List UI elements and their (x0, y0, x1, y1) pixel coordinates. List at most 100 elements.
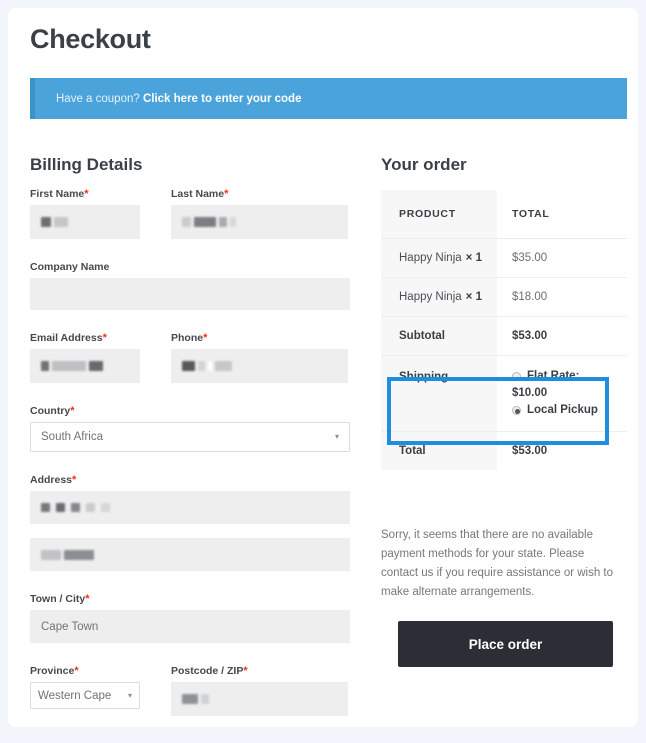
address-label-text: Address (30, 474, 73, 486)
coupon-text: Have a coupon? Click here to enter your … (56, 93, 301, 105)
order-summary-table: PRODUCT TOTAL Happy Ninja × 1 $35.00 Happ… (381, 190, 627, 470)
country-group: Country* South Africa ▾ (30, 405, 350, 452)
your-order-heading: Your order (381, 155, 467, 174)
email-label: Email Address* (30, 332, 140, 344)
address-group: Address* (30, 474, 350, 571)
email-label-text: Email Address (30, 332, 103, 344)
order-item-total: $35.00 (497, 238, 627, 277)
page-title: Checkout (30, 24, 151, 54)
postcode-label: Postcode / ZIP* (171, 665, 348, 677)
phone-input[interactable] (171, 349, 348, 383)
postcode-input[interactable] (171, 682, 348, 716)
product-name: Happy Ninja (399, 252, 462, 264)
coupon-notice[interactable]: Have a coupon? Click here to enter your … (30, 78, 627, 119)
subtotal-value: $53.00 (497, 316, 627, 355)
city-label: Town / City* (30, 593, 350, 605)
last-name-group: Last Name* (171, 188, 348, 239)
total-row: Total $53.00 (381, 431, 627, 470)
company-name-group: Company Name (30, 261, 350, 310)
email-redacted-value (41, 361, 103, 371)
order-item-name: Happy Ninja × 1 (381, 277, 497, 316)
city-value: Cape Town (41, 620, 99, 633)
address-2-redacted-value (41, 549, 94, 560)
required-marker: * (70, 405, 75, 417)
email-input[interactable] (30, 349, 140, 383)
required-marker: * (102, 332, 107, 344)
chevron-down-icon: ▾ (127, 690, 132, 700)
province-selected-value: Western Cape (38, 689, 112, 702)
first-name-group: First Name* (30, 188, 140, 239)
checkout-page: Checkout Have a coupon? Click here to en… (0, 0, 646, 743)
product-quantity: × 1 (465, 252, 482, 264)
radio-selected-icon[interactable] (512, 406, 521, 415)
first-name-redacted-value (41, 217, 68, 227)
address-line-1-input[interactable] (30, 491, 350, 524)
last-name-redacted-value (182, 217, 236, 227)
shipping-option-flat-rate-label: Flat Rate: (527, 370, 580, 382)
billing-form: First Name* Last Name* Company Name Emai… (30, 188, 350, 716)
required-marker: * (74, 665, 79, 677)
order-table-header: PRODUCT TOTAL (381, 190, 627, 238)
payment-methods-notice: Sorry, it seems that there are no availa… (381, 529, 614, 598)
country-label-text: Country (30, 405, 71, 417)
place-order-button[interactable]: Place order (398, 621, 613, 667)
last-name-input[interactable] (171, 205, 348, 239)
address-label: Address* (30, 474, 350, 486)
shipping-label: Shipping (381, 355, 497, 431)
first-name-label: First Name* (30, 188, 140, 200)
coupon-prompt: Have a coupon? (56, 92, 140, 105)
country-select[interactable]: South Africa ▾ (30, 422, 350, 452)
total-label: Total (381, 431, 497, 470)
city-input[interactable]: Cape Town (30, 610, 350, 643)
shipping-options: Flat Rate: $10.00 Local Pickup (497, 355, 627, 431)
first-name-label-text: First Name (30, 188, 85, 200)
required-marker: * (203, 332, 208, 344)
shipping-option-flat-rate[interactable]: Flat Rate: (512, 368, 627, 385)
total-value: $53.00 (497, 431, 627, 470)
radio-icon[interactable] (512, 372, 521, 381)
required-marker: * (72, 474, 77, 486)
order-item-row: Happy Ninja × 1 $18.00 (381, 277, 627, 316)
first-name-input[interactable] (30, 205, 140, 239)
last-name-label-text: Last Name (171, 188, 225, 200)
phone-label: Phone* (171, 332, 348, 344)
company-name-input[interactable] (30, 278, 350, 310)
product-quantity: × 1 (465, 291, 482, 303)
province-group: Province* Western Cape ▾ (30, 665, 140, 716)
required-marker: * (84, 188, 89, 200)
shipping-option-local-pickup[interactable]: Local Pickup (512, 402, 627, 419)
coupon-link[interactable]: Click here to enter your code (143, 93, 302, 105)
product-name: Happy Ninja (399, 291, 462, 303)
subtotal-row: Subtotal $53.00 (381, 316, 627, 355)
province-select[interactable]: Western Cape ▾ (30, 682, 140, 709)
province-label: Province* (30, 665, 140, 677)
phone-label-text: Phone (171, 332, 204, 344)
postcode-redacted-value (182, 694, 209, 704)
column-header-total: TOTAL (497, 190, 627, 238)
phone-group: Phone* (171, 332, 348, 383)
city-label-text: Town / City (30, 593, 86, 605)
required-marker: * (243, 665, 248, 677)
last-name-label: Last Name* (171, 188, 348, 200)
postcode-label-text: Postcode / ZIP (171, 665, 244, 677)
name-row: First Name* Last Name* (30, 188, 350, 239)
order-item-name: Happy Ninja × 1 (381, 238, 497, 277)
subtotal-label: Subtotal (381, 316, 497, 355)
province-label-text: Province (30, 665, 75, 677)
shipping-row: Shipping Flat Rate: $10.00 Local Pickup (381, 355, 627, 431)
postcode-group: Postcode / ZIP* (171, 665, 348, 716)
required-marker: * (224, 188, 229, 200)
column-header-product: PRODUCT (381, 190, 497, 238)
email-group: Email Address* (30, 332, 140, 383)
chevron-down-icon: ▾ (334, 432, 339, 441)
shipping-option-flat-rate-price: $10.00 (512, 387, 548, 399)
city-group: Town / City* Cape Town (30, 593, 350, 643)
required-marker: * (85, 593, 90, 605)
shipping-option-local-pickup-label: Local Pickup (527, 404, 598, 416)
billing-details-heading: Billing Details (30, 155, 143, 174)
address-1-redacted-value (41, 503, 110, 512)
company-name-label: Company Name (30, 261, 110, 273)
country-label: Country* (30, 405, 350, 417)
address-line-2-input[interactable] (30, 538, 350, 571)
checkout-card: Checkout Have a coupon? Click here to en… (8, 8, 638, 727)
